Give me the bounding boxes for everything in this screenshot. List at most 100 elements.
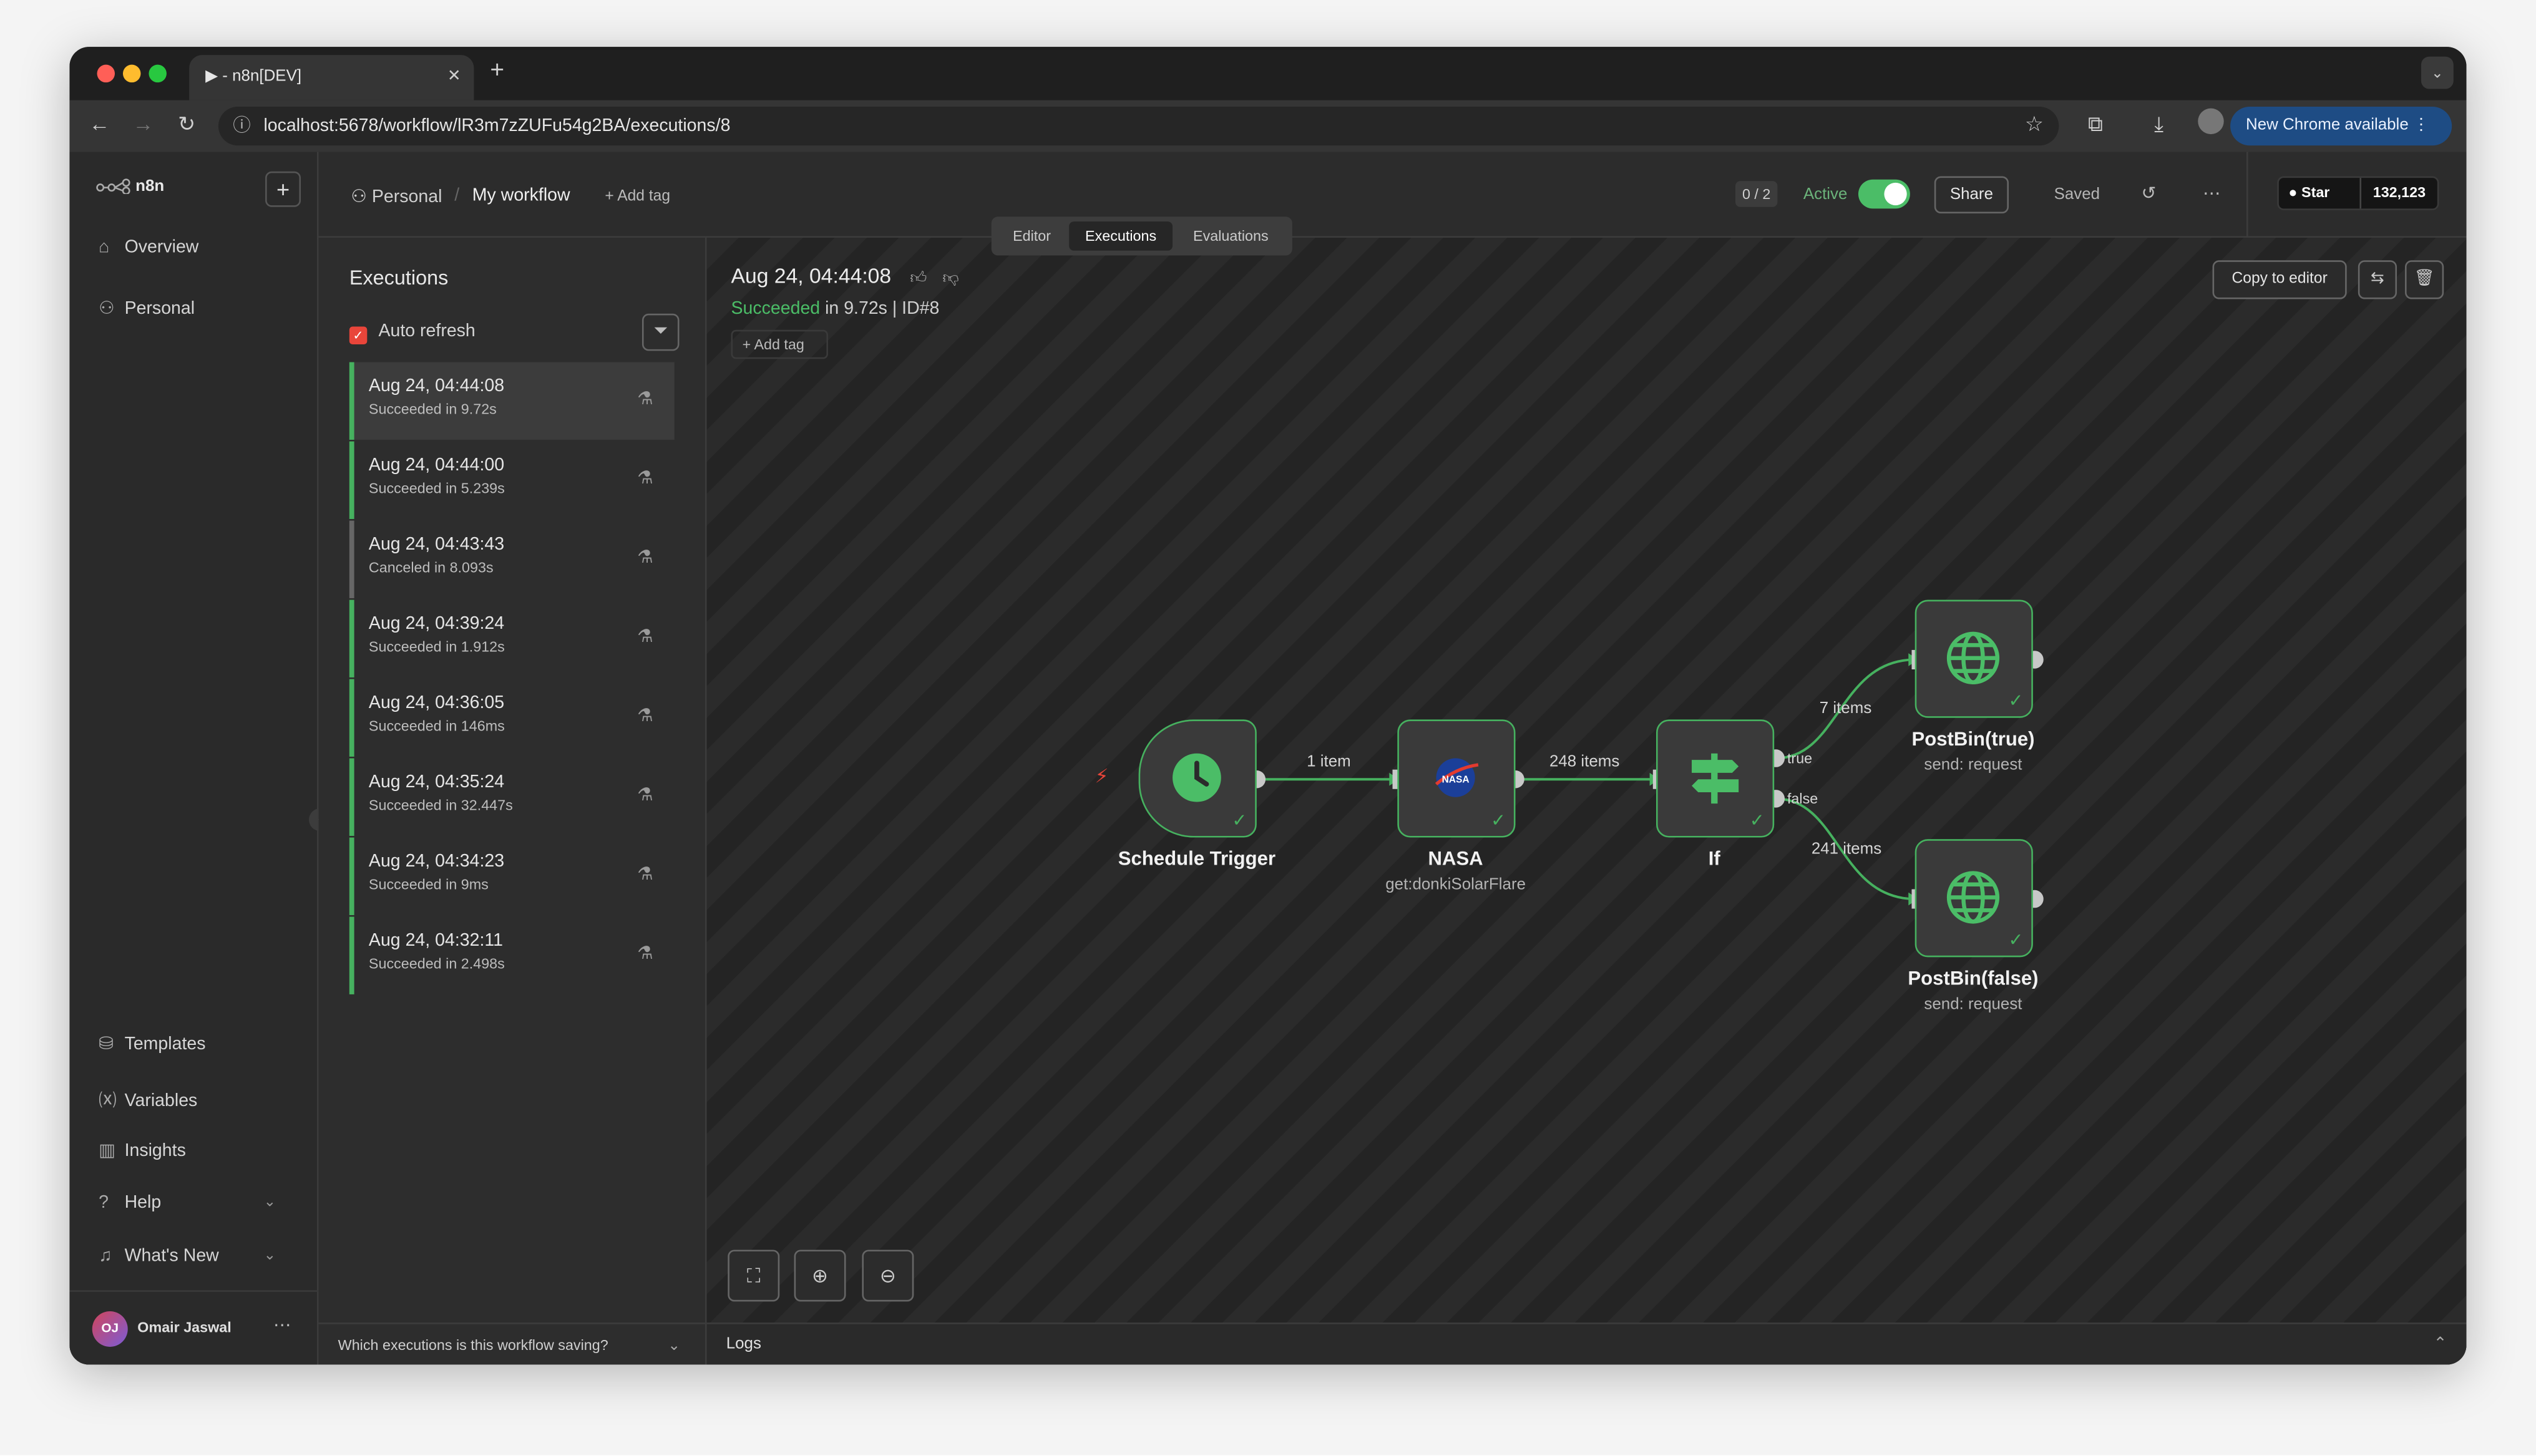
auto-refresh-checkbox[interactable]: ✓ [349, 326, 368, 345]
toggle-knob [1884, 182, 1907, 206]
node-label: PostBin(false) [1908, 966, 2039, 990]
star-text: Star [2301, 184, 2330, 201]
site-info-icon[interactable]: ⓘ [233, 107, 251, 145]
saved-status: Saved [2054, 186, 2100, 204]
n8n-app: n8n + ⌂ Overview ⚇ Personal ⛁ Templates ⒳ Va… [69, 152, 2467, 1365]
execution-status: Succeeded in 32.447s [368, 797, 513, 813]
execution-list-item[interactable]: Aug 24, 04:43:43 Canceled in 8.093s ⚗ [349, 520, 675, 598]
filter-button[interactable]: ⏷ [641, 313, 680, 351]
chevron-down-icon: ⌄ [668, 1337, 680, 1354]
flask-icon[interactable]: ⚗ [637, 546, 653, 568]
bookmark-star-icon[interactable]: ☆ [2025, 112, 2044, 137]
user-icon: ⚇ [351, 187, 372, 207]
active-toggle[interactable] [1858, 179, 1910, 209]
sidebar-item-help[interactable]: ? Help ⌄ [99, 1193, 276, 1213]
saving-settings-dropdown[interactable]: Which executions is this workflow saving… [318, 1323, 707, 1364]
edge-label-trigger-nasa: 1 item [1307, 753, 1351, 772]
sidebar-item-insights[interactable]: ▥ Insights [99, 1140, 186, 1161]
filter-icon: ⏷ [653, 321, 668, 341]
minimize-window-button[interactable] [122, 64, 141, 83]
download-icon[interactable]: ⤓ [2154, 112, 2163, 137]
node-nasa[interactable]: NASA ✓ [1397, 719, 1516, 838]
history-icon[interactable]: ↺ [2142, 183, 2157, 203]
reload-icon[interactable]: ↻ [178, 112, 195, 137]
fit-view-button[interactable]: ⛶ [728, 1250, 780, 1302]
tab-close-icon[interactable]: ✕ [447, 55, 461, 100]
execution-time: Aug 24, 04:34:23 [368, 852, 505, 871]
logs-panel-bar[interactable]: Logs ⌃ [706, 1323, 2467, 1365]
browser-window: ▶ - n8n[DEV] ✕ + ⌄ ← → ↻ ⓘ localhost:567… [69, 47, 2467, 1365]
zoom-in-button[interactable]: ⊕ [794, 1250, 846, 1302]
n8n-logo[interactable]: n8n [95, 178, 164, 196]
github-icon: ● [2288, 184, 2298, 201]
bell-icon: ♫ [99, 1246, 112, 1266]
tab-executions[interactable]: Executions [1069, 221, 1173, 251]
node-postbin-false[interactable]: ✓ [1914, 839, 2033, 958]
node-subtitle: send: request [1924, 756, 2022, 775]
workflow-name[interactable]: My workflow [472, 186, 570, 205]
connections-layer [1247, 649, 2044, 909]
node-label: PostBin(true) [1911, 727, 2035, 750]
github-star-button[interactable]: ● Star 132,123 [2277, 176, 2439, 210]
node-schedule-trigger[interactable]: ✓ [1138, 719, 1257, 838]
new-tab-button[interactable]: + [490, 57, 504, 84]
sidebar-item-personal[interactable]: ⚇ Personal [99, 298, 195, 318]
execution-list-item[interactable]: Aug 24, 04:36:05 Succeeded in 146ms ⚗ [349, 679, 675, 757]
flask-icon[interactable]: ⚗ [637, 626, 653, 647]
breadcrumb-project[interactable]: ⚇ Personal [351, 186, 442, 207]
flask-icon[interactable]: ⚗ [637, 705, 653, 726]
fit-view-icon: ⛶ [746, 1264, 761, 1288]
workflow-canvas[interactable]: Aug 24, 04:44:08 👍︎ 👎︎ Succeeded in 9.72… [706, 237, 2467, 1323]
url-text: localhost:5678/workflow/lR3m7zZUFu54g2BA… [263, 116, 731, 136]
address-bar[interactable]: ⓘ localhost:5678/workflow/lR3m7zZUFu54g2… [218, 107, 2059, 146]
execution-list-item[interactable]: Aug 24, 04:34:23 Succeeded in 9ms ⚗ [349, 837, 675, 915]
more-horizontal-icon[interactable]: ⋯ [2203, 183, 2221, 203]
avatar: OJ [92, 1311, 128, 1347]
execution-list-item[interactable]: Aug 24, 04:39:24 Succeeded in 1.912s ⚗ [349, 599, 675, 677]
github-star-count: 132,123 [2359, 178, 2437, 209]
maximize-window-button[interactable] [149, 64, 167, 83]
browser-tab[interactable]: ▶ - n8n[DEV] ✕ [189, 55, 474, 100]
execution-list-item[interactable]: Aug 24, 04:44:08 Succeeded in 9.72s ⚗ [349, 362, 675, 440]
flask-icon[interactable]: ⚗ [637, 863, 653, 885]
github-star-label: ● Star [2288, 178, 2329, 208]
back-icon[interactable]: ← [89, 112, 110, 136]
auto-refresh-label[interactable]: Auto refresh [378, 322, 475, 341]
close-window-button[interactable] [97, 64, 115, 83]
tab-search-button[interactable]: ⌄ [2421, 56, 2454, 89]
sidebar-item-variables[interactable]: ⒳ Variables [99, 1087, 197, 1112]
chevron-up-icon[interactable]: ⌃ [2434, 1324, 2447, 1365]
lightning-icon: ⚡︎ [1095, 764, 1109, 788]
flask-icon[interactable]: ⚗ [637, 388, 653, 409]
add-tag-link[interactable]: + Add tag [605, 188, 670, 206]
node-if[interactable]: ✓ [1656, 719, 1775, 838]
mode-tabs: Editor Executions Evaluations [991, 216, 1292, 256]
execution-list-item[interactable]: Aug 24, 04:44:00 Succeeded in 5.239s ⚗ [349, 441, 675, 519]
zoom-out-icon: ⊖ [879, 1264, 896, 1288]
extensions-icon[interactable]: ⧉ [2088, 112, 2103, 137]
sidebar-item-overview[interactable]: ⌂ Overview [99, 238, 198, 257]
execution-list-item[interactable]: Aug 24, 04:35:24 Succeeded in 32.447s ⚗ [349, 758, 675, 836]
share-button[interactable]: Share [1934, 176, 2009, 214]
zoom-out-button[interactable]: ⊖ [862, 1250, 914, 1302]
sidebar-item-templates[interactable]: ⛁ Templates [99, 1033, 205, 1054]
variables-icon: ⒳ [99, 1091, 117, 1111]
chrome-update-button[interactable]: New Chrome available ⋮ [2230, 107, 2452, 146]
more-horizontal-icon[interactable]: ⋯ [273, 1314, 291, 1336]
add-resource-button[interactable]: + [265, 171, 301, 207]
user-menu[interactable]: OJ Omair Jaswal ⋯ [69, 1290, 319, 1364]
sidebar-item-whats-new[interactable]: ♫ What's New ⌄ [99, 1246, 276, 1266]
flask-icon[interactable]: ⚗ [637, 784, 653, 805]
forward-icon[interactable]: → [133, 112, 154, 136]
node-postbin-true[interactable]: ✓ [1914, 599, 2033, 718]
execution-time: Aug 24, 04:39:24 [368, 614, 505, 634]
tab-title: ▶ - n8n[DEV] [205, 67, 302, 86]
flask-icon[interactable]: ⚗ [637, 467, 653, 488]
tab-editor[interactable]: Editor [998, 221, 1066, 251]
tab-evaluations[interactable]: Evaluations [1176, 221, 1285, 251]
templates-icon: ⛁ [99, 1034, 114, 1054]
execution-list-item[interactable]: Aug 24, 04:32:11 Succeeded in 2.498s ⚗ [349, 916, 675, 994]
flask-icon[interactable]: ⚗ [637, 943, 653, 964]
active-label: Active [1803, 186, 1848, 204]
profile-avatar[interactable] [2198, 108, 2224, 135]
